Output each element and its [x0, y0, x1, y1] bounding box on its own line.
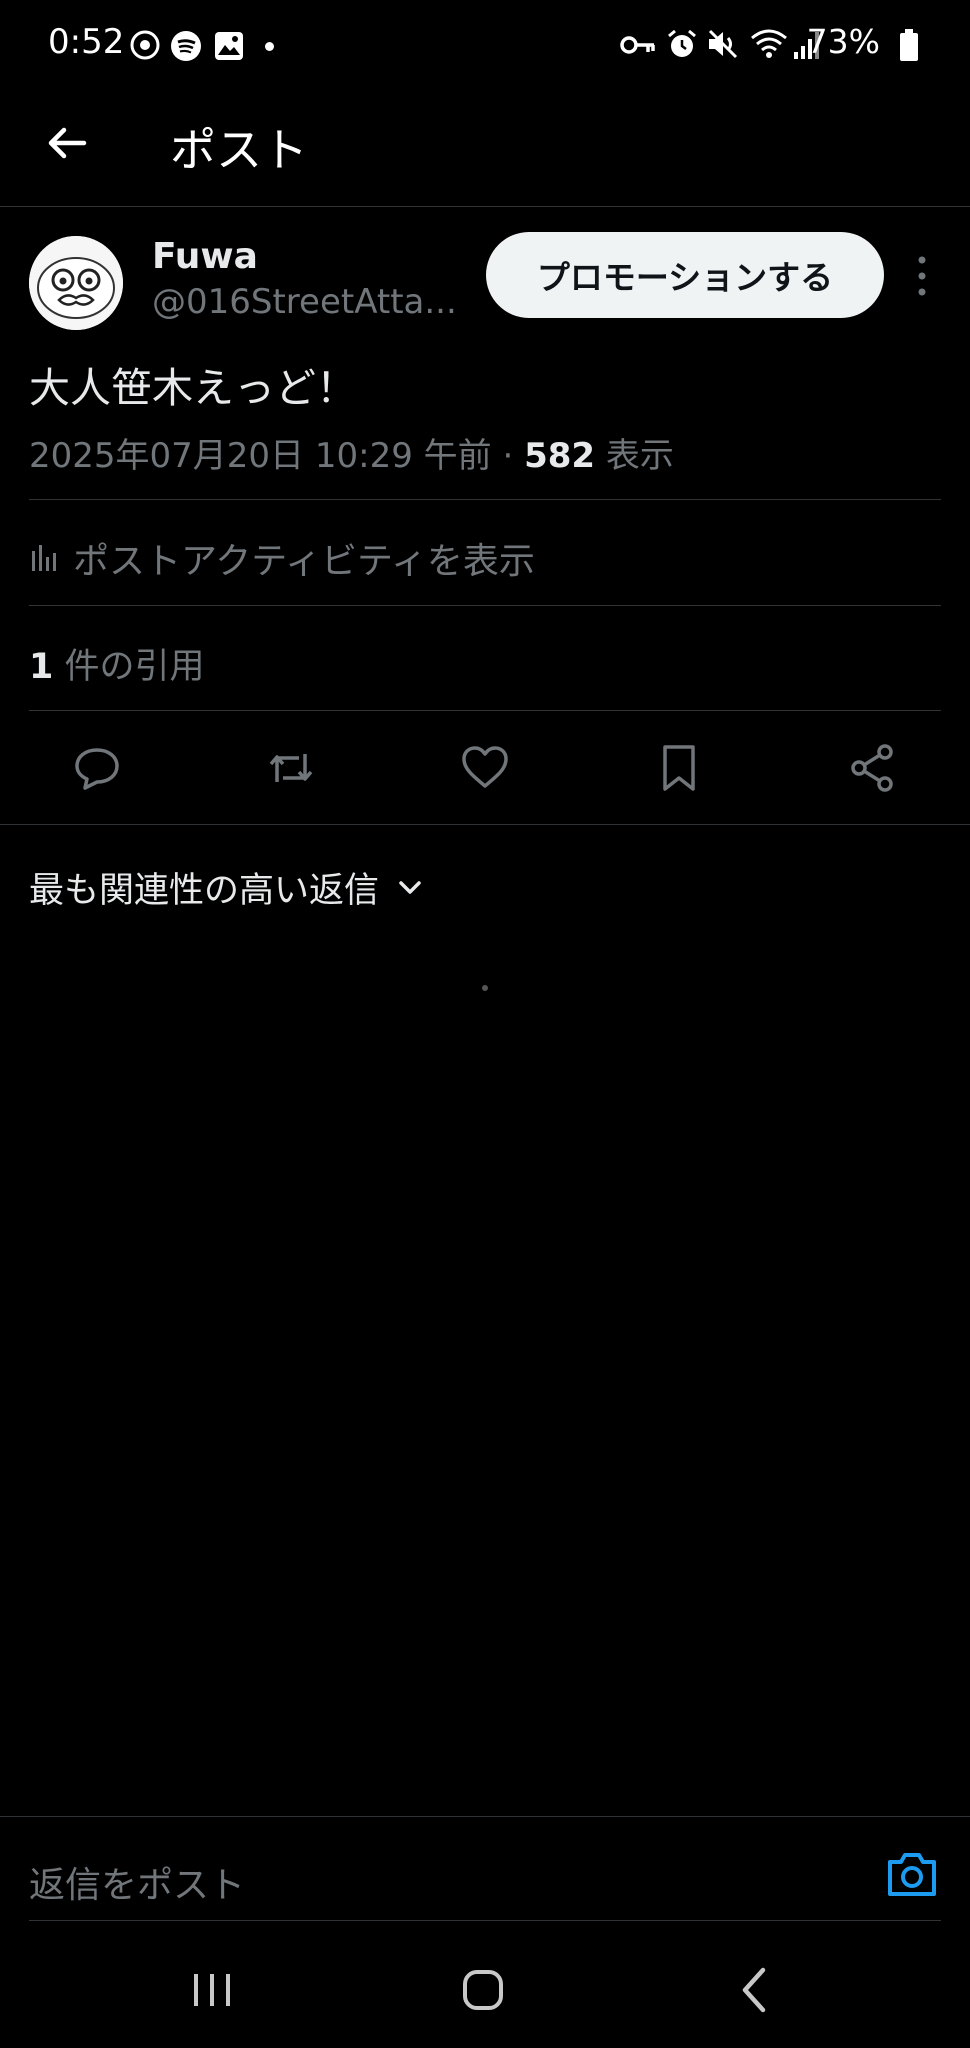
alarm-icon: [668, 29, 696, 57]
page-title: ポスト: [170, 123, 308, 177]
key-icon: [620, 36, 655, 54]
status-bar: 0:52 73%: [0, 0, 970, 92]
promote-button[interactable]: プロモーションする: [486, 232, 884, 318]
divider: [29, 499, 941, 500]
views-count: 582: [524, 436, 596, 476]
post-timestamp[interactable]: 2025年07月20日 10:29 午前 ·: [29, 436, 524, 476]
post-meta: 2025年07月20日 10:29 午前 · 582 表示: [29, 428, 674, 477]
bookmark-icon[interactable]: [653, 742, 705, 794]
avatar-character-icon: [29, 236, 123, 330]
views-label: 表示: [595, 436, 674, 476]
like-icon[interactable]: [459, 742, 511, 794]
avatar[interactable]: [29, 236, 123, 330]
header-divider: [0, 206, 970, 207]
home-icon[interactable]: [453, 1960, 513, 2020]
back-arrow-icon[interactable]: [42, 118, 92, 168]
mute-icon: [708, 29, 738, 59]
post-activity-label: ポストアクティビティを表示: [73, 541, 535, 582]
composer-bottom-divider: [29, 1920, 941, 1921]
more-options-icon[interactable]: [912, 254, 932, 298]
share-icon[interactable]: [847, 742, 899, 794]
battery-percent: 73%: [806, 22, 880, 61]
actions-divider: [0, 824, 970, 825]
repost-icon[interactable]: [265, 742, 317, 794]
loading-indicator: [482, 985, 488, 991]
camera-icon[interactable]: [886, 1850, 938, 1898]
post-text: 大人笹木えっど！: [29, 364, 357, 412]
system-back-icon[interactable]: [725, 1960, 785, 2020]
recent-apps-icon[interactable]: [182, 1960, 242, 2020]
chevron-down-icon: [399, 880, 421, 894]
analytics-icon: [32, 545, 56, 571]
wifi-icon: [751, 29, 787, 58]
notification-icon: [130, 30, 160, 60]
divider: [29, 710, 941, 711]
status-time: 0:52: [48, 22, 125, 62]
gallery-icon: [215, 32, 243, 60]
battery-icon: [900, 29, 918, 61]
reply-sort-label: 最も関連性の高い返信: [29, 871, 380, 911]
reply-icon[interactable]: [71, 742, 123, 794]
post-activity-link[interactable]: ポストアクティビティを表示: [29, 532, 535, 584]
quotes-link[interactable]: 1 件の引用: [29, 638, 205, 689]
user-handle[interactable]: @016StreetAtta...: [152, 282, 457, 322]
dot-icon: [265, 42, 274, 51]
composer-top-divider: [0, 1816, 970, 1817]
reply-input[interactable]: 返信をポスト: [29, 1856, 245, 1908]
quote-label: 件の引用: [53, 647, 205, 687]
quote-count: 1: [29, 647, 54, 687]
divider: [29, 605, 941, 606]
spotify-icon: [171, 31, 201, 61]
display-name[interactable]: Fuwa: [152, 236, 258, 277]
reply-sort-dropdown[interactable]: 最も関連性の高い返信: [29, 862, 423, 913]
